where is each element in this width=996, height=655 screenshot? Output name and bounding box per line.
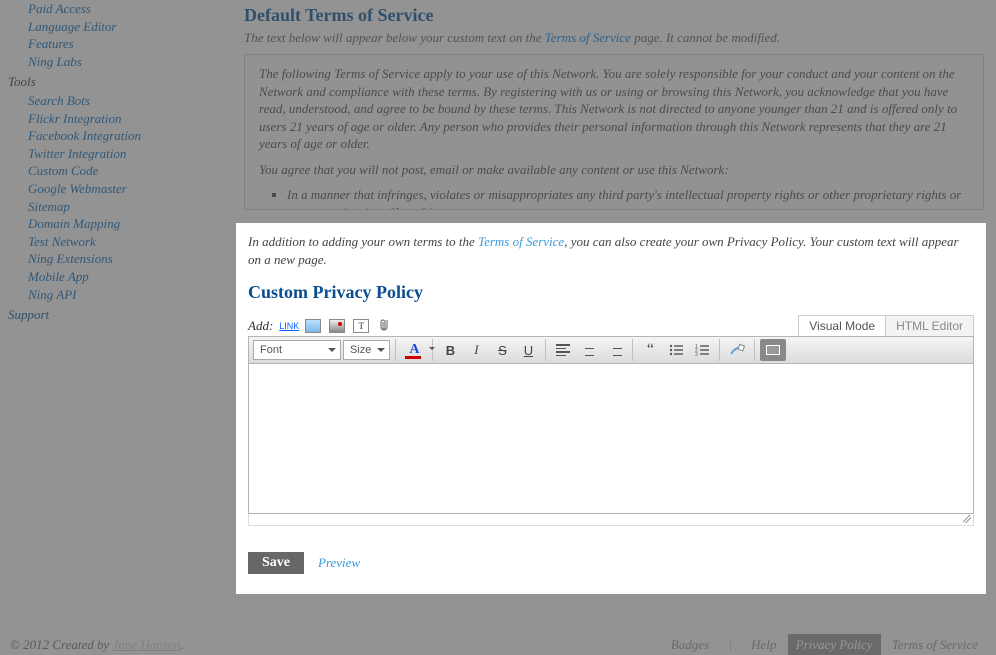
sidebar-item-google-webmaster[interactable]: Google Webmaster (28, 180, 218, 198)
footer-link-badges[interactable]: Badges (663, 634, 717, 655)
editor-mode-tabs: Visual Mode HTML Editor (798, 315, 974, 336)
default-tos-panel: Default Terms of Service The text below … (244, 5, 984, 210)
strikethrough-button[interactable]: S (490, 339, 514, 361)
tos-li1: In a manner that infringes, violates or … (287, 186, 969, 210)
separator (754, 339, 755, 361)
align-right-button[interactable] (603, 339, 627, 361)
add-image-icon[interactable] (305, 319, 321, 333)
size-select-label: Size (350, 344, 371, 356)
sidebar-item-ning-extensions[interactable]: Ning Extensions (28, 250, 218, 268)
underline-button[interactable]: U (516, 339, 540, 361)
bold-button[interactable]: B (438, 339, 462, 361)
separator: | (720, 634, 740, 655)
sidebar-item-custom-code[interactable]: Custom Code (28, 162, 218, 180)
text: page. It cannot be modified. (631, 30, 780, 45)
show-more-link[interactable]: Show More (388, 205, 450, 210)
footer-link-help[interactable]: Help (743, 634, 784, 655)
separator (545, 339, 546, 361)
sidebar-item-test-network[interactable]: Test Network (28, 233, 218, 251)
size-select[interactable]: Size (343, 340, 390, 360)
save-button[interactable]: Save (248, 552, 304, 574)
text-color-button[interactable]: A (401, 339, 427, 361)
sidebar-item-features[interactable]: Features (28, 35, 218, 53)
default-tos-intro: The text below will appear below your cu… (244, 30, 984, 46)
default-tos-box: The following Terms of Service apply to … (244, 54, 984, 210)
add-text-icon[interactable]: T (353, 319, 369, 333)
tos-p1: The following Terms of Service apply to … (259, 65, 969, 153)
add-label: Add: (248, 318, 273, 334)
footer-link-terms-of-service[interactable]: Terms of Service (884, 634, 986, 655)
add-file-icon[interactable] (377, 319, 393, 333)
sidebar-item-ning-labs[interactable]: Ning Labs (28, 53, 218, 71)
add-video-icon[interactable] (329, 319, 345, 333)
sidebar-item-flickr[interactable]: Flickr Integration (28, 110, 218, 128)
sidebar-item-language-editor[interactable]: Language Editor (28, 18, 218, 36)
tab-visual-mode[interactable]: Visual Mode (798, 315, 886, 336)
separator (632, 339, 633, 361)
tos-link[interactable]: Terms of Service (545, 30, 631, 45)
sidebar-item-search-bots[interactable]: Search Bots (28, 92, 218, 110)
sidebar-group-tools: Tools (8, 70, 218, 92)
font-select[interactable]: Font (253, 340, 341, 360)
footer-copyright: © 2012 Created by (10, 637, 113, 652)
privacy-intro: In addition to adding your own terms to … (248, 233, 974, 268)
editor-resize-handle[interactable] (248, 514, 974, 526)
footer: © 2012 Created by Jane Hansen. Badges | … (0, 635, 996, 655)
sidebar-item-support[interactable]: Support (8, 303, 218, 325)
footer-creator-link[interactable]: Jane Hansen (113, 637, 181, 652)
bullet-list-button[interactable] (664, 339, 688, 361)
separator (719, 339, 720, 361)
tos-link[interactable]: Terms of Service (478, 234, 564, 249)
tab-html-editor[interactable]: HTML Editor (886, 315, 974, 336)
sidebar-item-ning-api[interactable]: Ning API (28, 286, 218, 304)
font-select-label: Font (260, 344, 282, 356)
tos-p2: You agree that you will not post, email … (259, 161, 969, 179)
sidebar-item-sitemap[interactable]: Sitemap (28, 198, 218, 216)
svg-text:3: 3 (695, 352, 698, 356)
text: In addition to adding your own terms to … (248, 234, 478, 249)
default-tos-heading: Default Terms of Service (244, 5, 984, 26)
text: The text below will appear below your cu… (244, 30, 545, 45)
custom-privacy-policy-panel: In addition to adding your own terms to … (236, 223, 986, 594)
editor-textarea[interactable] (248, 364, 974, 514)
clear-formatting-button[interactable] (725, 339, 749, 361)
custom-privacy-heading: Custom Privacy Policy (248, 282, 974, 303)
align-left-button[interactable] (551, 339, 575, 361)
sidebar-item-mobile-app[interactable]: Mobile App (28, 268, 218, 286)
sidebar-item-facebook[interactable]: Facebook Integration (28, 127, 218, 145)
fullscreen-button[interactable] (760, 339, 786, 361)
sidebar-item-paid-access[interactable]: Paid Access (28, 0, 218, 18)
editor-toolbar: Font Size A B I S U “ 123 (248, 336, 974, 364)
text: . (180, 637, 183, 652)
footer-link-privacy-policy[interactable]: Privacy Policy (788, 634, 881, 655)
blockquote-button[interactable]: “ (638, 339, 662, 361)
numbered-list-button[interactable]: 123 (690, 339, 714, 361)
sidebar: Paid Access Language Editor Features Nin… (8, 0, 218, 325)
sidebar-item-twitter[interactable]: Twitter Integration (28, 145, 218, 163)
add-link-icon[interactable]: LINK (281, 319, 297, 333)
align-center-button[interactable] (577, 339, 601, 361)
italic-button[interactable]: I (464, 339, 488, 361)
separator (395, 339, 396, 361)
sidebar-item-domain-mapping[interactable]: Domain Mapping (28, 215, 218, 233)
preview-link[interactable]: Preview (318, 555, 360, 571)
